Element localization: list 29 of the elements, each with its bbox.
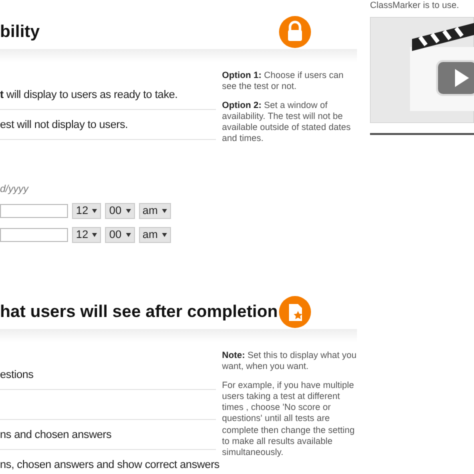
time-select[interactable]: 12 [72, 203, 102, 219]
section-title: hat users will see after completion [0, 302, 278, 322]
sidebar-text: ClassMarker is to use. [370, 0, 460, 12]
help-text: Option 1: Choose if users can see the test or not. [222, 70, 345, 92]
time-select[interactable]: 00 [105, 203, 134, 219]
caret-icon [162, 209, 167, 213]
time-select[interactable]: am [138, 203, 171, 219]
caret-icon [92, 209, 98, 213]
time-select[interactable]: 12 [72, 227, 102, 243]
video-thumbnail[interactable] [370, 17, 474, 123]
option-label[interactable]: ns and chosen answers [0, 428, 112, 440]
caret-icon [126, 209, 130, 213]
time-select[interactable]: am [138, 227, 171, 243]
option-label[interactable]: t will display to users as ready to take. [0, 88, 178, 100]
help-text: For example, if you have multiple users taking a test at different times , choose 'No score or questions' until all tests are complete then change the setting to make all results available simultaneously. [222, 380, 356, 458]
time-select[interactable]: 00 [105, 227, 134, 243]
help-text: Note: Set this to display what you want, when you want. [222, 350, 357, 372]
date-input-field[interactable] [0, 204, 68, 218]
option-label[interactable]: estions [0, 368, 34, 380]
date-input-field[interactable] [0, 228, 68, 242]
section-title: bility [0, 22, 40, 42]
caret-icon [162, 233, 167, 237]
caret-icon [92, 233, 98, 237]
option-label[interactable]: ns, chosen answers and show correct answers [0, 458, 220, 470]
help-text: Option 2: Set a window of availability. The test will not be available outside of stated dates and times. [222, 100, 352, 144]
lock-icon [279, 16, 311, 48]
caret-icon [126, 233, 130, 237]
option-label[interactable]: est will not display to users. [0, 118, 128, 130]
date-format-hint: d/yyyy [0, 184, 30, 195]
